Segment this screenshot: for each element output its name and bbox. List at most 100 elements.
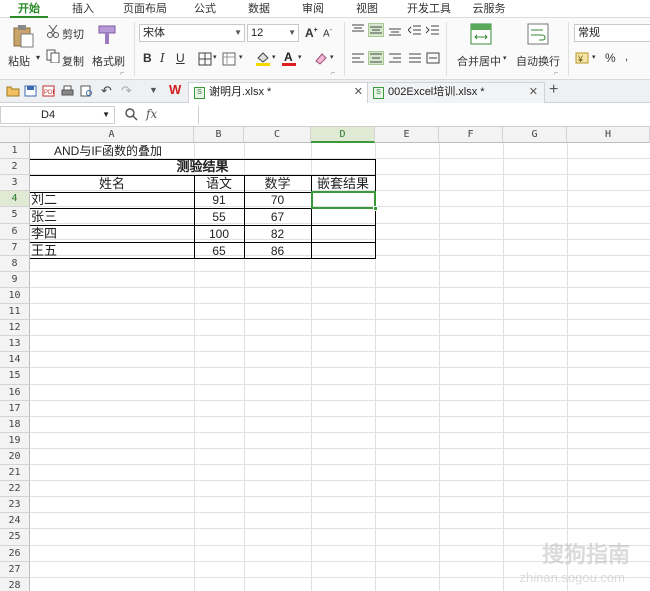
comma-style-icon[interactable]: , (625, 51, 628, 63)
underline-button[interactable]: U (176, 51, 185, 65)
row-header-19[interactable]: 19 (0, 433, 30, 449)
column-header-e[interactable]: E (375, 127, 439, 143)
align-right-icon[interactable] (388, 52, 402, 64)
row-header-23[interactable]: 23 (0, 497, 30, 513)
font-size-select[interactable]: 12 ▼ (247, 24, 299, 42)
copy-button[interactable]: 复制 (62, 53, 84, 69)
row-header-20[interactable]: 20 (0, 449, 30, 465)
column-header-g[interactable]: G (503, 127, 567, 143)
row-header-25[interactable]: 25 (0, 529, 30, 546)
cell-c3[interactable]: 数学 (244, 176, 311, 192)
cell-b3[interactable]: 语文 (194, 176, 244, 192)
redo-icon[interactable]: ↷ (121, 83, 132, 99)
cell-b6[interactable]: 100 (194, 226, 244, 242)
row-header-9[interactable]: 9 (0, 272, 30, 288)
increase-font-icon[interactable]: A+ (305, 26, 318, 40)
doc-tab-inactive[interactable]: S 002Excel培训.xlsx * ✕ (367, 82, 545, 103)
row-header-18[interactable]: 18 (0, 417, 30, 433)
chevron-down-icon[interactable]: ▾ (592, 53, 596, 61)
row-header-13[interactable]: 13 (0, 336, 30, 352)
justify-icon[interactable] (408, 52, 422, 64)
row-header-3[interactable]: 3 (0, 175, 30, 191)
row-header-6[interactable]: 6 (0, 224, 30, 240)
format-painter-icon[interactable] (96, 24, 118, 46)
row-header-11[interactable]: 11 (0, 304, 30, 320)
clipboard-launcher-icon[interactable]: ⌐ (120, 70, 124, 77)
column-header-f[interactable]: F (439, 127, 503, 143)
tab-formulas[interactable]: 公式 (188, 0, 222, 18)
border-icon[interactable] (198, 52, 212, 66)
cell-c4[interactable]: 70 (244, 192, 311, 208)
column-header-c[interactable]: C (244, 127, 311, 143)
align-top-icon[interactable] (351, 24, 365, 36)
column-header-d[interactable]: D (311, 127, 375, 143)
align-middle-icon[interactable] (368, 23, 384, 37)
name-box[interactable]: D4 ▼ (0, 106, 115, 124)
merge-center-button[interactable]: 合并居中 (457, 53, 501, 69)
cell-a4[interactable]: 刘二 (31, 192, 57, 208)
copy-icon[interactable] (46, 49, 60, 64)
cell-b4[interactable]: 91 (194, 192, 244, 208)
italic-button[interactable]: I (160, 51, 165, 65)
chevron-down-icon[interactable]: ▾ (213, 53, 217, 61)
format-painter-button[interactable]: 格式刷 (92, 53, 125, 69)
spreadsheet-grid[interactable]: A B C D E F G H 1 2 3 4 5 6 7 8 9 10 11 12 13 14 15 16 1… (0, 127, 650, 591)
row-header-14[interactable]: 14 (0, 352, 30, 368)
cell-a3[interactable]: 姓名 (30, 176, 194, 192)
doc-tab-active[interactable]: S 谢明月.xlsx * ✕ (188, 82, 370, 103)
align-center-icon[interactable] (368, 51, 384, 65)
row-header-27[interactable]: 27 (0, 562, 30, 578)
cut-button[interactable]: 剪切 (62, 26, 84, 42)
row-header-26[interactable]: 26 (0, 546, 30, 562)
decrease-font-icon[interactable]: A- (323, 27, 332, 39)
scissors-icon[interactable] (46, 24, 60, 38)
distributed-align-icon[interactable] (426, 52, 440, 64)
row-header-2[interactable]: 2 (0, 159, 30, 175)
row-header-24[interactable]: 24 (0, 513, 30, 529)
row-header-10[interactable]: 10 (0, 288, 30, 304)
paste-icon[interactable] (12, 24, 34, 48)
font-name-select[interactable]: 宋体 ▼ (139, 24, 245, 42)
cell-b5[interactable]: 55 (194, 209, 244, 225)
row-header-5[interactable]: 5 (0, 207, 30, 224)
decrease-indent-icon[interactable] (407, 24, 422, 36)
cell-a7[interactable]: 王五 (31, 243, 57, 259)
print-preview-icon[interactable] (80, 85, 93, 97)
close-icon[interactable]: ✕ (354, 83, 363, 102)
cell-a5[interactable]: 张三 (31, 209, 57, 225)
row-header-16[interactable]: 16 (0, 385, 30, 401)
merge-center-icon[interactable] (470, 23, 492, 45)
column-header-a[interactable]: A (30, 127, 194, 143)
cell-a1[interactable]: AND与IF函数的叠加 (54, 143, 162, 159)
tab-review[interactable]: 审阅 (296, 0, 330, 18)
chevron-down-icon[interactable]: ▾ (239, 53, 243, 61)
number-format-select[interactable]: 常规 (574, 24, 650, 42)
row-header-28[interactable]: 28 (0, 578, 30, 591)
tab-view[interactable]: 视图 (350, 0, 384, 18)
open-folder-icon[interactable] (6, 85, 20, 97)
wrap-text-button[interactable]: 自动换行 (516, 53, 560, 69)
zoom-search-icon[interactable] (125, 108, 138, 121)
row-header-21[interactable]: 21 (0, 465, 30, 481)
percent-button[interactable]: % (605, 51, 616, 65)
paste-label[interactable]: 粘贴 (8, 53, 30, 69)
tab-developer[interactable]: 开发工具 (402, 0, 456, 18)
wrap-text-icon[interactable] (527, 23, 549, 45)
eraser-icon[interactable] (314, 51, 328, 65)
tab-cloud[interactable]: 云服务 (468, 0, 510, 18)
cell-d3[interactable]: 嵌套结果 (311, 176, 375, 192)
paste-dropdown-icon[interactable]: ▾ (36, 53, 40, 62)
row-header-8[interactable]: 8 (0, 256, 30, 272)
fill-color-icon[interactable] (255, 50, 271, 66)
undo-icon[interactable]: ↶ (101, 83, 112, 99)
bold-button[interactable]: B (143, 51, 152, 65)
cell-b7[interactable]: 65 (194, 243, 244, 259)
active-cell-selection[interactable] (311, 191, 378, 211)
row-header-12[interactable]: 12 (0, 320, 30, 336)
close-icon[interactable]: ✕ (529, 83, 538, 102)
cell-a6[interactable]: 李四 (31, 226, 57, 242)
wps-logo-icon[interactable]: W (169, 82, 181, 97)
cell-c5[interactable]: 67 (244, 209, 311, 225)
insert-function-button[interactable]: fx (146, 107, 157, 121)
tab-insert[interactable]: 插入 (64, 0, 102, 18)
